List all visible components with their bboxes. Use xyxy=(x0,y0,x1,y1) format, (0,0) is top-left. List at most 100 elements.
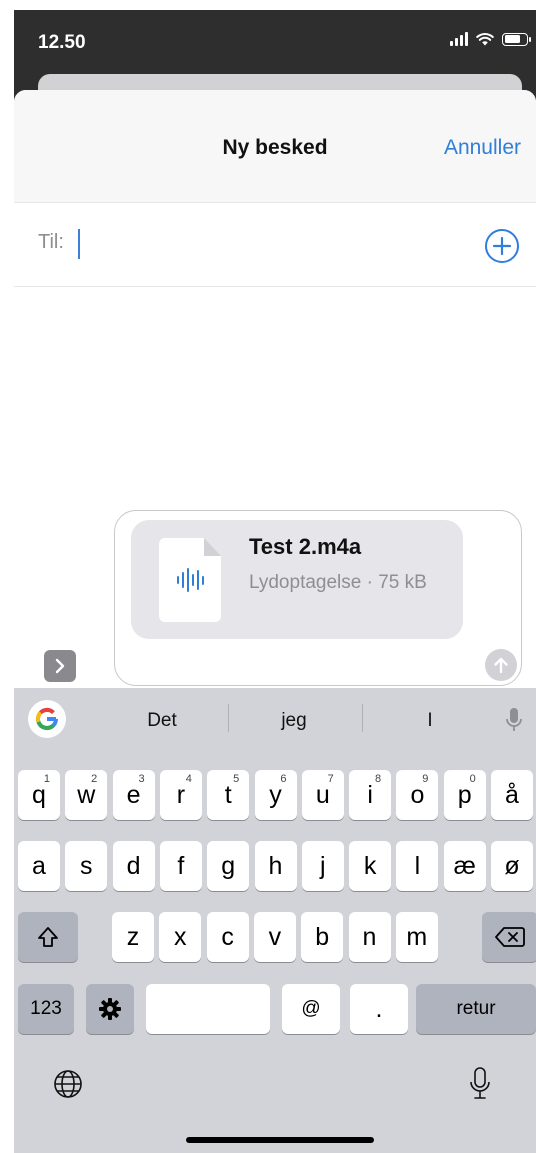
key-g[interactable]: g xyxy=(207,841,250,891)
key-label: i xyxy=(367,780,373,809)
key-number-hint: 8 xyxy=(374,773,382,785)
key-v[interactable]: v xyxy=(253,912,296,962)
key-number-hint: 1 xyxy=(43,773,50,785)
recipient-row[interactable]: Til: xyxy=(14,203,536,287)
audio-attachment[interactable]: Test 2.m4a Lydoptagelse · 75 kB xyxy=(131,520,463,639)
key-label: s xyxy=(80,851,93,880)
globe-icon[interactable] xyxy=(52,1068,84,1100)
key-label: f xyxy=(177,851,185,880)
key-b[interactable]: b xyxy=(301,912,344,962)
period-key[interactable]: . xyxy=(350,984,408,1034)
key-d[interactable]: d xyxy=(112,841,155,891)
backspace-key[interactable] xyxy=(482,912,536,962)
key-label: t xyxy=(224,780,232,809)
key-label: r xyxy=(176,780,186,809)
text-cursor xyxy=(78,229,80,259)
numbers-key[interactable]: 123 xyxy=(18,984,74,1034)
key-o[interactable]: o9 xyxy=(396,770,439,820)
key-f[interactable]: f xyxy=(159,841,202,891)
add-recipient-button[interactable] xyxy=(484,228,520,264)
key-number-hint: 0 xyxy=(469,773,476,785)
chevron-right-icon xyxy=(55,658,65,674)
suggestion-3[interactable]: I xyxy=(390,710,470,732)
key-r[interactable]: r4 xyxy=(159,770,202,820)
microphone-icon[interactable] xyxy=(504,706,524,734)
key-e[interactable]: e3 xyxy=(112,770,155,820)
key-s[interactable]: s xyxy=(65,841,108,891)
return-key[interactable]: retur xyxy=(416,984,536,1034)
battery-fill xyxy=(504,35,521,43)
key-label: m xyxy=(406,922,428,951)
key-i[interactable]: i8 xyxy=(349,770,392,820)
key-y[interactable]: y6 xyxy=(254,770,297,820)
shift-key[interactable] xyxy=(18,912,78,962)
battery-icon xyxy=(502,32,531,46)
at-key[interactable]: @ xyxy=(282,984,340,1034)
send-button[interactable] xyxy=(485,649,517,681)
key-l[interactable]: l xyxy=(396,841,439,891)
key-label: z xyxy=(126,922,140,951)
file-fold xyxy=(204,538,221,556)
attachment-meta: Lydoptagelse · 75 kB xyxy=(249,572,427,593)
key-label: c xyxy=(221,922,234,951)
home-indicator[interactable] xyxy=(186,1137,374,1143)
navigation-bar: Ny besked Annuller xyxy=(14,90,536,203)
key-k[interactable]: k xyxy=(349,841,392,891)
new-message-sheet: Ny besked Annuller Til: Test 2.m4a Lydop… xyxy=(14,90,536,1153)
key-label: b xyxy=(315,922,330,951)
status-time: 12.50 xyxy=(38,32,86,53)
key-label: å xyxy=(505,780,519,809)
key-x[interactable]: x xyxy=(159,912,202,962)
key-number-hint: 3 xyxy=(138,773,145,785)
key-w[interactable]: w2 xyxy=(65,770,108,820)
key-label: d xyxy=(126,851,141,880)
wifi-icon xyxy=(476,33,494,46)
status-icons xyxy=(450,32,531,46)
recipient-label: Til: xyxy=(38,231,64,253)
suggestion-2[interactable]: jeg xyxy=(254,710,334,732)
cancel-button[interactable]: Annuller xyxy=(444,136,521,160)
key-a[interactable]: a xyxy=(18,841,60,891)
key-æ[interactable]: æ xyxy=(443,841,486,891)
shift-icon xyxy=(38,927,58,947)
key-p[interactable]: p0 xyxy=(443,770,486,820)
key-h[interactable]: h xyxy=(254,841,297,891)
key-label: x xyxy=(174,922,187,951)
cellular-signal-icon xyxy=(450,32,468,46)
keyboard: Det jeg I q1w2e3r4t5y6u7i8o9p0å asdfghjk… xyxy=(14,688,536,1153)
attachment-file-name: Test 2.m4a xyxy=(249,534,362,559)
key-j[interactable]: j xyxy=(301,841,344,891)
key-label: n xyxy=(362,922,377,951)
suggestion-divider xyxy=(362,704,363,732)
suggestion-bar: Det jeg I xyxy=(14,688,536,748)
suggestion-divider xyxy=(228,704,229,732)
key-t[interactable]: t5 xyxy=(207,770,250,820)
space-key[interactable] xyxy=(146,984,270,1034)
key-c[interactable]: c xyxy=(206,912,249,962)
backspace-icon xyxy=(495,927,525,947)
key-z[interactable]: z xyxy=(112,912,154,962)
key-ø[interactable]: ø xyxy=(491,841,533,891)
key-å[interactable]: å xyxy=(491,770,533,820)
waveform-icon xyxy=(175,567,205,593)
dictation-microphone-icon[interactable] xyxy=(468,1066,492,1102)
google-logo xyxy=(36,707,58,731)
key-number-hint: 4 xyxy=(185,773,192,785)
key-label: æ xyxy=(453,851,476,880)
message-compose-field[interactable]: Test 2.m4a Lydoptagelse · 75 kB xyxy=(114,510,522,686)
settings-key[interactable] xyxy=(86,984,134,1034)
key-n[interactable]: n xyxy=(348,912,391,962)
google-g-icon[interactable] xyxy=(28,700,66,738)
key-label: g xyxy=(221,851,236,880)
key-label: ø xyxy=(504,851,520,880)
key-number-hint: 7 xyxy=(327,773,334,785)
expand-apps-button[interactable] xyxy=(44,650,76,682)
gear-icon xyxy=(99,998,121,1020)
key-q[interactable]: q1 xyxy=(18,770,60,820)
suggestion-1[interactable]: Det xyxy=(122,710,202,732)
key-label: a xyxy=(32,851,46,880)
key-m[interactable]: m xyxy=(395,912,438,962)
arrow-up-icon xyxy=(494,657,508,674)
key-label: l xyxy=(414,851,421,880)
key-u[interactable]: u7 xyxy=(301,770,344,820)
